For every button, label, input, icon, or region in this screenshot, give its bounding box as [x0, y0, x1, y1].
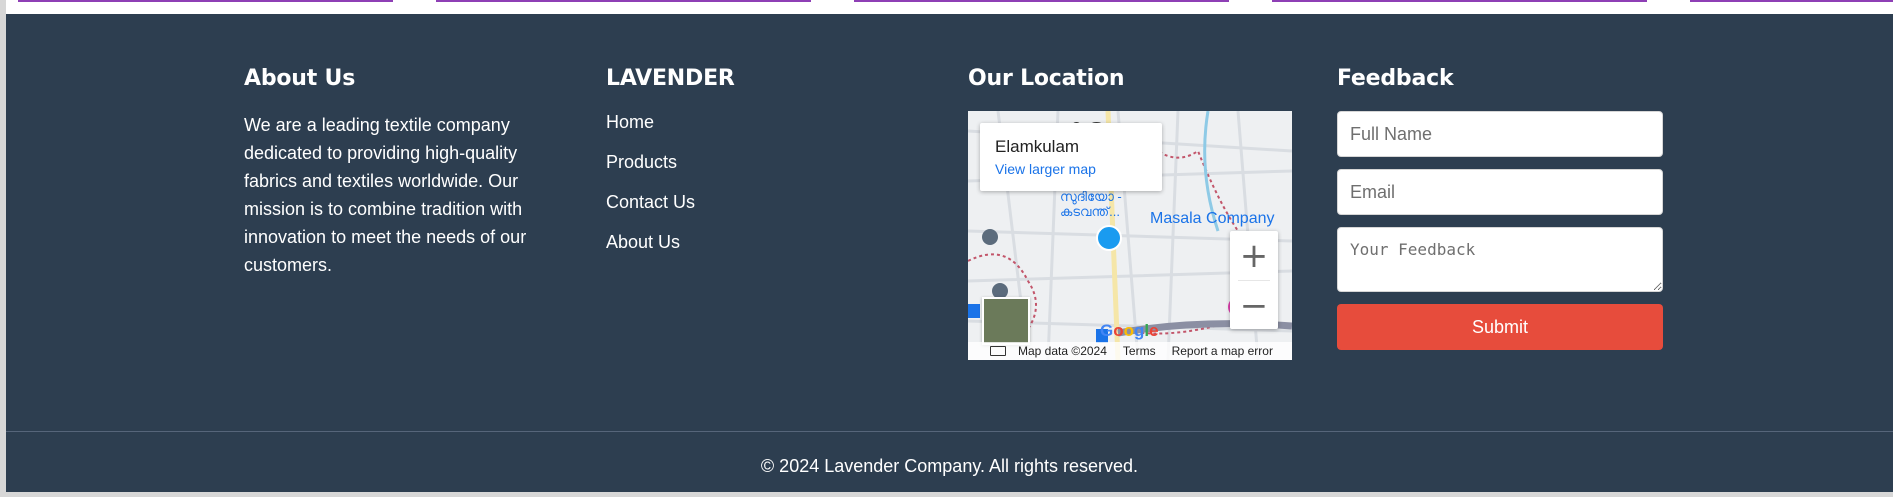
map-place-name: Elamkulam	[995, 137, 1080, 156]
map-label-small: സുദിയോ - കടവന്ത്...	[1060, 189, 1122, 219]
zoom-in-button[interactable]: +	[1230, 231, 1278, 280]
page-above-footer	[0, 0, 1893, 14]
links-section: LAVENDER Home Products Contact Us About …	[606, 66, 906, 271]
map-zoom-controls: + −	[1230, 231, 1278, 329]
submit-button[interactable]: Submit	[1337, 304, 1663, 350]
full-name-input[interactable]	[1337, 111, 1663, 157]
accent-line-4	[1272, 0, 1647, 2]
accent-line-3	[854, 0, 1229, 2]
google-logo: Google	[1100, 321, 1159, 340]
email-input[interactable]	[1337, 169, 1663, 215]
accent-line-1	[18, 0, 393, 2]
footer-link-about[interactable]: About Us	[606, 231, 906, 253]
about-text: We are a leading textile company dedicat…	[244, 115, 527, 275]
map-label-masala[interactable]: Masala Company	[1150, 210, 1275, 228]
footer-nav: Home Products Contact Us About Us	[606, 111, 906, 253]
accent-line-2	[436, 0, 811, 2]
about-section: About Us We are a leading textile compan…	[244, 66, 564, 279]
satellite-toggle[interactable]	[982, 297, 1030, 345]
footer-link-home[interactable]: Home	[606, 111, 906, 133]
footer-link-contact[interactable]: Contact Us	[606, 191, 906, 213]
site-footer: About Us We are a leading textile compan…	[6, 14, 1893, 492]
page-bottom-edge	[0, 492, 1893, 497]
view-larger-map-link[interactable]: View larger map	[995, 161, 1147, 177]
feedback-textarea[interactable]	[1337, 227, 1663, 292]
map-terms-link[interactable]: Terms	[1123, 344, 1156, 358]
footer-link-products[interactable]: Products	[606, 151, 906, 173]
keyboard-icon[interactable]	[990, 346, 1006, 356]
map-place-card: Elamkulam View larger map	[980, 123, 1162, 191]
location-title: Our Location	[968, 66, 1125, 91]
accent-line-5	[1690, 0, 1893, 2]
feedback-title: Feedback	[1337, 66, 1454, 91]
about-title: About Us	[244, 66, 356, 91]
location-section: Our Location കുളം സുദിയോ - കടവന്ത്.	[968, 66, 1298, 360]
map-pin-icon[interactable]	[1096, 225, 1122, 251]
map-data-text: Map data ©2024	[1018, 344, 1107, 358]
footer-divider	[6, 431, 1893, 432]
feedback-section: Feedback Submit	[1337, 66, 1667, 350]
zoom-out-button[interactable]: −	[1230, 281, 1278, 330]
embedded-map[interactable]: കുളം സുദിയോ - കടവന്ത്... Masala Company …	[968, 111, 1292, 360]
feedback-form: Submit	[1337, 111, 1667, 350]
links-title: LAVENDER	[606, 66, 735, 91]
map-report-link[interactable]: Report a map error	[1172, 344, 1273, 358]
map-attribution-bar: Map data ©2024 Terms Report a map error	[968, 342, 1292, 360]
copyright-text: © 2024 Lavender Company. All rights rese…	[760, 456, 1139, 476]
